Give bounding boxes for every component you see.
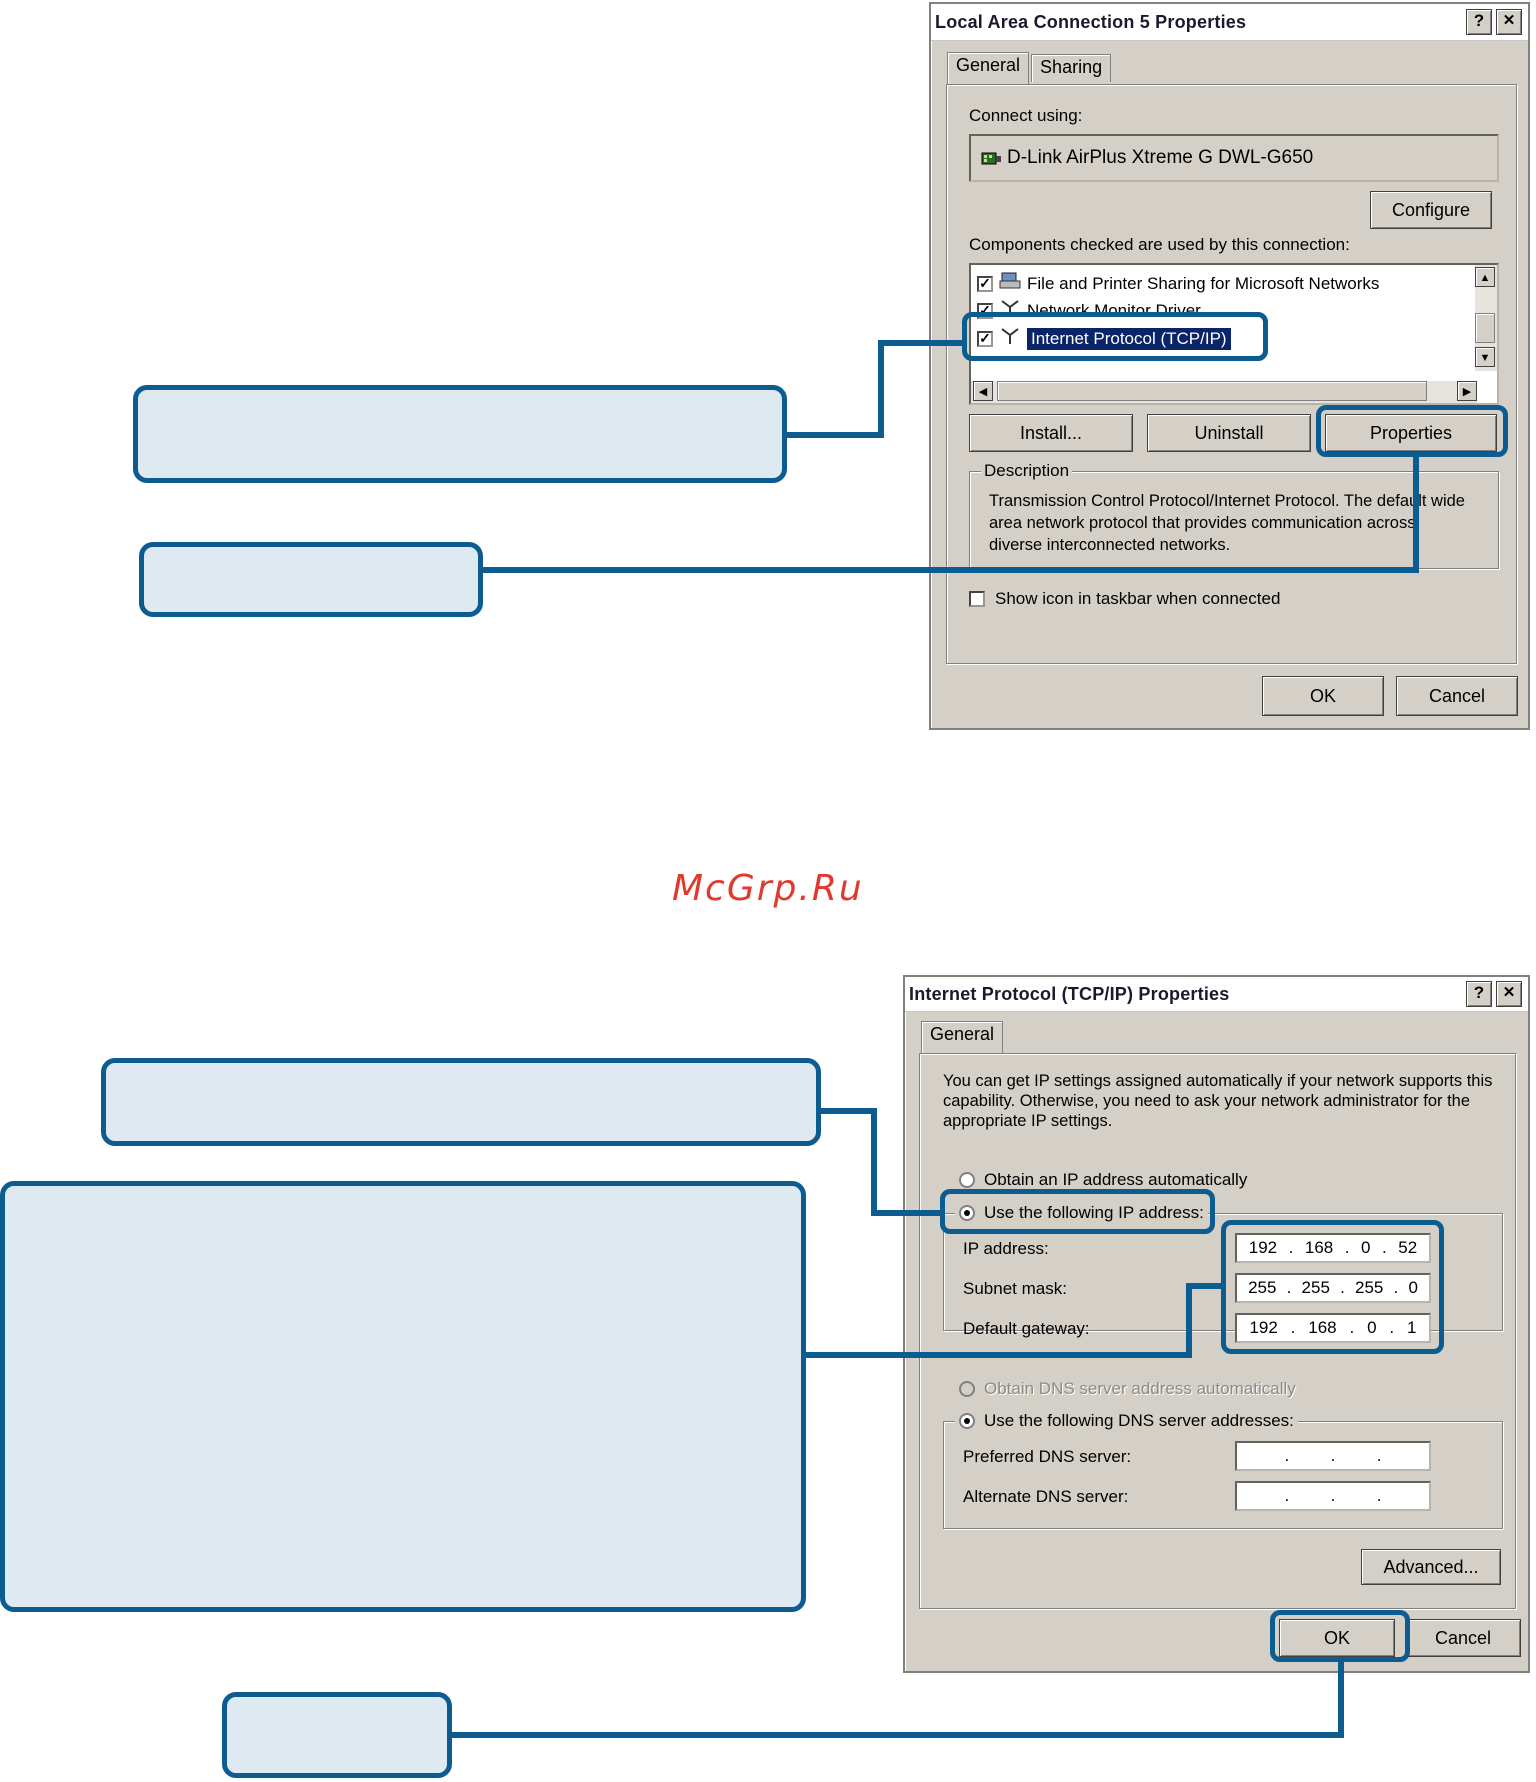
connector-line — [1186, 1283, 1192, 1358]
connector-line — [878, 340, 964, 346]
install-button[interactable]: Install... — [969, 414, 1133, 452]
help-button[interactable]: ? — [1466, 9, 1492, 35]
list-item[interactable]: ✓ File and Printer Sharing for Microsoft… — [977, 271, 1379, 296]
components-label: Components checked are used by this conn… — [969, 235, 1350, 254]
use-dns-radio[interactable] — [959, 1413, 975, 1429]
adapter-name: D-Link AirPlus Xtreme G DWL-G650 — [1007, 147, 1314, 168]
alternate-dns-field[interactable]: ... — [1235, 1481, 1431, 1511]
connector-line — [1413, 455, 1419, 573]
obtain-ip-label: Obtain an IP address automatically — [984, 1170, 1248, 1189]
obtain-ip-option[interactable]: Obtain an IP address automatically — [959, 1170, 1247, 1190]
cancel-button[interactable]: Cancel — [1405, 1619, 1521, 1657]
callout-box-1 — [133, 385, 787, 483]
show-icon-option[interactable]: Show icon in taskbar when connected — [969, 589, 1280, 609]
dialog-titlebar: Local Area Connection 5 Properties ? ✕ — [931, 4, 1528, 41]
scroll-right-icon[interactable]: ▶ — [1457, 381, 1477, 401]
tab-general[interactable]: General — [921, 1021, 1004, 1053]
local-area-connection-dialog: Local Area Connection 5 Properties ? ✕ G… — [929, 2, 1530, 730]
connector-line — [821, 1108, 877, 1114]
obtain-ip-radio[interactable] — [959, 1172, 975, 1188]
connector-line — [806, 1352, 1192, 1358]
default-gateway-label: Default gateway: — [963, 1319, 1090, 1338]
watermark: McGrp.Ru — [672, 868, 864, 909]
use-dns-option[interactable]: Use the following DNS server addresses: — [955, 1411, 1298, 1431]
obtain-dns-radio — [959, 1381, 975, 1397]
tab-sharing[interactable]: Sharing — [1031, 54, 1112, 82]
advanced-button[interactable]: Advanced... — [1361, 1549, 1501, 1585]
dialog-title: Local Area Connection 5 Properties — [935, 11, 1247, 32]
properties-highlight — [1316, 405, 1508, 457]
scroll-down-icon[interactable]: ▼ — [1475, 347, 1495, 367]
scroll-thumb[interactable] — [1475, 313, 1495, 343]
use-dns-label: Use the following DNS server addresses: — [984, 1411, 1294, 1430]
adapter-field: D-Link AirPlus Xtreme G DWL-G650 — [969, 134, 1499, 182]
network-adapter-icon — [981, 150, 1001, 166]
scroll-up-icon[interactable]: ▲ — [1475, 267, 1495, 287]
description-text: Transmission Control Protocol/Internet P… — [989, 492, 1465, 554]
connector-line — [871, 1210, 942, 1216]
description-legend: Description — [981, 461, 1073, 481]
close-button[interactable]: ✕ — [1496, 9, 1522, 35]
alternate-dns-label: Alternate DNS server: — [963, 1487, 1129, 1506]
dialog-title: Internet Protocol (TCP/IP) Properties — [909, 983, 1230, 1004]
obtain-dns-label: Obtain DNS server address automatically — [984, 1379, 1296, 1398]
obtain-dns-option: Obtain DNS server address automatically — [959, 1379, 1296, 1399]
ok-highlight — [1270, 1610, 1410, 1662]
ip-fields-highlight — [1221, 1220, 1444, 1354]
connector-line — [871, 1108, 877, 1216]
callout-box-2 — [139, 542, 483, 617]
horizontal-scrollbar[interactable]: ◀ ▶ — [971, 381, 1477, 403]
dialog-titlebar: Internet Protocol (TCP/IP) Properties ? … — [905, 977, 1528, 1012]
connect-using-label: Connect using: — [969, 106, 1083, 125]
component-checkbox[interactable]: ✓ — [977, 275, 993, 292]
close-button[interactable]: ✕ — [1496, 981, 1522, 1007]
connector-line — [483, 567, 1419, 573]
dns-group — [943, 1421, 1503, 1529]
use-ip-highlight — [940, 1189, 1215, 1234]
scroll-left-icon[interactable]: ◀ — [973, 381, 993, 401]
connector-line — [787, 432, 884, 438]
preferred-dns-label: Preferred DNS server: — [963, 1447, 1132, 1466]
printer-sharing-icon — [999, 271, 1021, 296]
configure-button[interactable]: Configure — [1370, 191, 1492, 229]
callout-box-3 — [101, 1058, 821, 1146]
connector-line — [1338, 1660, 1344, 1738]
ip-address-label: IP address: — [963, 1239, 1049, 1258]
component-label: File and Printer Sharing for Microsoft N… — [1027, 273, 1380, 293]
intro-text: You can get IP settings assigned automat… — [943, 1072, 1493, 1130]
help-button[interactable]: ? — [1466, 981, 1492, 1007]
callout-box-4 — [0, 1181, 806, 1612]
uninstall-button[interactable]: Uninstall — [1147, 414, 1311, 452]
preferred-dns-field[interactable]: ... — [1235, 1441, 1431, 1471]
tab-general[interactable]: General — [947, 52, 1030, 84]
scroll-thumb[interactable] — [997, 381, 1427, 401]
vertical-scrollbar[interactable]: ▲ ▼ — [1475, 265, 1497, 371]
subnet-mask-label: Subnet mask: — [963, 1279, 1067, 1298]
connector-line — [452, 1732, 1344, 1738]
show-icon-label: Show icon in taskbar when connected — [995, 589, 1281, 608]
callout-box-5 — [222, 1692, 452, 1778]
connector-line — [1186, 1283, 1223, 1289]
connector-line — [878, 340, 884, 438]
ok-button[interactable]: OK — [1262, 676, 1384, 716]
show-icon-checkbox[interactable] — [969, 591, 985, 607]
tcpip-highlight — [962, 312, 1268, 361]
cancel-button[interactable]: Cancel — [1396, 676, 1518, 716]
